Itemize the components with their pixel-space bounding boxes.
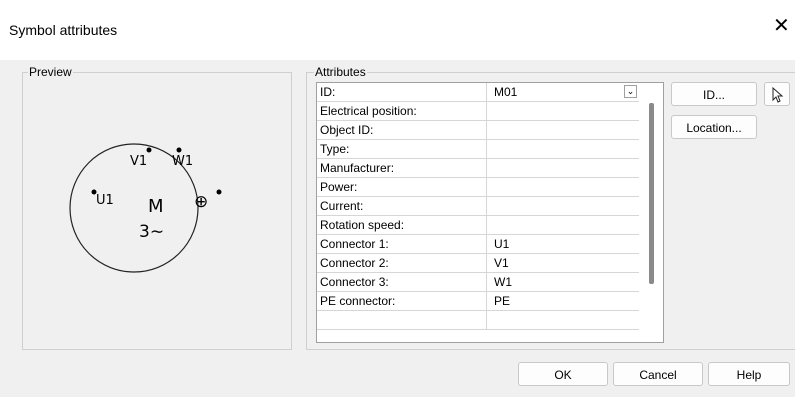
cancel-button[interactable]: Cancel bbox=[613, 362, 703, 386]
attribute-key: ID: bbox=[317, 83, 487, 101]
table-row[interactable]: Power: bbox=[317, 178, 639, 197]
attribute-value[interactable] bbox=[489, 197, 639, 215]
chevron-down-icon[interactable]: ⌄ bbox=[624, 85, 637, 98]
table-row[interactable]: Rotation speed: bbox=[317, 216, 639, 235]
attribute-key: Connector 2: bbox=[317, 254, 487, 272]
attribute-key: Connector 3: bbox=[317, 273, 487, 291]
attribute-value[interactable] bbox=[489, 216, 639, 234]
motor-symbol-preview: V1 W1 U1 M ⊕ 3∼ bbox=[22, 72, 290, 348]
table-row[interactable]: Current: bbox=[317, 197, 639, 216]
close-icon[interactable]: ✕ bbox=[773, 16, 790, 36]
attribute-value[interactable]: PE bbox=[489, 292, 639, 310]
table-row[interactable]: Connector 2: V1 bbox=[317, 254, 639, 273]
attribute-key: Current: bbox=[317, 197, 487, 215]
table-row[interactable]: Electrical position: bbox=[317, 102, 639, 121]
table-row[interactable]: PE connector: PE bbox=[317, 292, 639, 311]
connector-label-v1: V1 bbox=[130, 154, 148, 169]
attribute-key: Rotation speed: bbox=[317, 216, 487, 234]
attribute-value[interactable] bbox=[489, 121, 639, 139]
attribute-key bbox=[317, 311, 487, 329]
ok-button[interactable]: OK bbox=[518, 362, 608, 386]
attribute-value[interactable] bbox=[489, 140, 639, 158]
table-row[interactable]: Type: bbox=[317, 140, 639, 159]
help-button[interactable]: Help bbox=[708, 362, 790, 386]
attribute-key: Manufacturer: bbox=[317, 159, 487, 177]
attribute-value[interactable] bbox=[489, 178, 639, 196]
location-button[interactable]: Location... bbox=[671, 115, 757, 139]
table-row[interactable]: Manufacturer: bbox=[317, 159, 639, 178]
attribute-value[interactable] bbox=[489, 311, 639, 329]
attribute-value[interactable] bbox=[489, 159, 639, 177]
attribute-key: Electrical position: bbox=[317, 102, 487, 120]
pick-button[interactable] bbox=[764, 82, 790, 106]
table-row[interactable]: Connector 1: U1 bbox=[317, 235, 639, 254]
attribute-value[interactable]: W1 bbox=[489, 273, 639, 291]
attributes-table: ID: M01 ⌄ Electrical position: Object ID… bbox=[316, 82, 664, 343]
motor-letter: M bbox=[148, 196, 164, 217]
id-button[interactable]: ID... bbox=[671, 82, 757, 106]
connector-dot-w1 bbox=[176, 147, 182, 153]
title-bar: Symbol attributes ✕ bbox=[0, 0, 795, 60]
attributes-label: Attributes bbox=[314, 65, 367, 79]
table-row[interactable]: ID: M01 ⌄ bbox=[317, 83, 639, 102]
attribute-value[interactable]: M01 bbox=[489, 83, 639, 101]
earth-icon: ⊕ bbox=[194, 192, 209, 212]
attribute-value[interactable]: U1 bbox=[489, 235, 639, 253]
pointer-icon bbox=[772, 86, 784, 103]
attribute-value[interactable]: V1 bbox=[489, 254, 639, 272]
table-row[interactable]: Object ID: bbox=[317, 121, 639, 140]
connector-dot-v1 bbox=[146, 147, 152, 153]
scrollbar-thumb[interactable] bbox=[649, 103, 654, 284]
attribute-key: Connector 1: bbox=[317, 235, 487, 253]
symbol-attributes-dialog: Symbol attributes ✕ Preview V1 W1 U1 M ⊕… bbox=[0, 0, 795, 397]
connector-dot-pe bbox=[216, 189, 222, 195]
attribute-value[interactable] bbox=[489, 102, 639, 120]
table-row[interactable] bbox=[317, 311, 639, 330]
table-row[interactable]: Connector 3: W1 bbox=[317, 273, 639, 292]
attribute-key: PE connector: bbox=[317, 292, 487, 310]
phase-label: 3∼ bbox=[139, 222, 165, 242]
attribute-key: Object ID: bbox=[317, 121, 487, 139]
dialog-title: Symbol attributes bbox=[9, 22, 118, 38]
connector-label-w1: W1 bbox=[172, 154, 194, 169]
attribute-key: Type: bbox=[317, 140, 487, 158]
attribute-key: Power: bbox=[317, 178, 487, 196]
connector-label-u1: U1 bbox=[96, 193, 114, 208]
